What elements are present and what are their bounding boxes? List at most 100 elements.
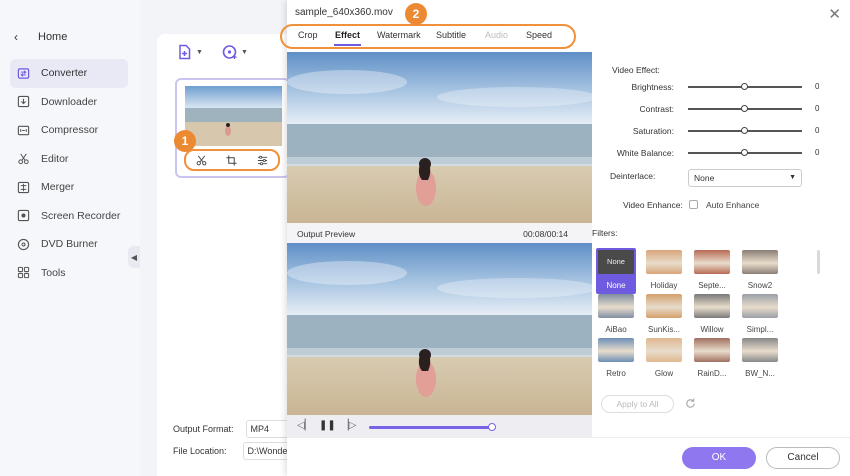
white-balance-handle[interactable] [741, 149, 748, 156]
filter-name: SunKis... [647, 325, 680, 334]
home-link[interactable]: ‹ Home [14, 28, 67, 46]
ok-button[interactable]: OK [682, 447, 756, 469]
seek-handle[interactable] [488, 423, 497, 431]
trim-button[interactable] [196, 155, 207, 166]
sidebar-nav: Converter Downloader Compressor Editor M… [10, 59, 128, 287]
reset-icon[interactable] [684, 397, 697, 415]
filter-name: Simpl... [746, 325, 774, 334]
auto-enhance-label: Auto Enhance [706, 200, 760, 210]
filter-item[interactable]: Willow [692, 292, 732, 338]
filter-thumbnail [646, 250, 682, 274]
brightness-slider[interactable] [688, 83, 802, 90]
tab-crop[interactable]: Crop [298, 30, 318, 40]
filter-name: AiBao [605, 325, 627, 334]
editor-icon [16, 152, 30, 166]
pause-icon[interactable]: ❚❚ [319, 420, 336, 431]
chevron-left-icon: ◀ [130, 252, 138, 262]
sidebar-item-converter[interactable]: Converter [10, 59, 128, 88]
white-balance-slider[interactable] [688, 149, 802, 156]
close-icon[interactable]: ✕ [828, 5, 841, 23]
filter-item[interactable]: BW_N... [740, 336, 780, 382]
player-controls: ◁▏ ❚❚ ▕▷ [287, 415, 592, 437]
filter-thumbnail [598, 338, 634, 362]
sidebar-item-label: Downloader [41, 95, 98, 108]
sidebar-item-label: Merger [41, 181, 75, 194]
file-location-row: File Location: D:\Wondersh [173, 442, 303, 460]
filter-item[interactable]: RainD... [692, 336, 732, 382]
filter-item[interactable]: Holiday [644, 248, 684, 294]
contrast-handle[interactable] [741, 105, 748, 112]
filter-thumbnail [694, 338, 730, 362]
tab-effect[interactable]: Effect [333, 30, 362, 46]
sidebar-item-label: Compressor [41, 124, 99, 137]
crop-button[interactable] [226, 154, 238, 166]
cancel-button[interactable]: Cancel [766, 447, 840, 469]
filters-grid: None None Holiday Septe... Snow2 AiBao SunKis.… [592, 248, 820, 383]
sidebar-item-editor[interactable]: Editor [10, 145, 128, 174]
sidebar-item-screen-recorder[interactable]: Screen Recorder [10, 202, 128, 231]
brightness-value: 0 [815, 82, 820, 91]
brightness-handle[interactable] [741, 83, 748, 90]
tab-watermark[interactable]: Watermark [377, 30, 421, 40]
caret-down-icon: ▼ [196, 48, 203, 56]
apply-to-all-button[interactable]: Apply to All [601, 395, 674, 413]
filter-item[interactable]: Glow [644, 336, 684, 382]
next-frame-icon[interactable]: ▕▷ [341, 420, 356, 431]
annotation-badge-2: 2 [405, 3, 427, 25]
effect-sliders-icon [258, 155, 268, 165]
saturation-label: Saturation: [632, 126, 674, 136]
filters-title: Filters: [592, 228, 618, 238]
filter-name: Retro [606, 369, 626, 378]
filter-item[interactable]: Simpl... [740, 292, 780, 338]
sidebar-item-label: Editor [41, 152, 69, 165]
deinterlace-select[interactable]: None ▼ [688, 169, 802, 187]
collapse-sidebar-button[interactable]: ◀ [128, 246, 140, 268]
annotation-badge-1: 1 [174, 130, 196, 152]
output-format-row: Output Format: MP4 [173, 420, 306, 438]
saturation-slider[interactable] [688, 127, 802, 134]
filter-name: Snow2 [747, 281, 773, 290]
filter-thumbnail [742, 338, 778, 362]
contrast-value: 0 [815, 104, 820, 113]
contrast-slider[interactable] [688, 105, 802, 112]
output-format-label: Output Format: [173, 424, 234, 434]
add-files-button[interactable]: ▼ [177, 44, 203, 60]
filter-item[interactable]: AiBao [596, 292, 636, 338]
original-preview [287, 52, 592, 223]
chevron-left-icon: ‹ [14, 30, 18, 44]
filter-item[interactable]: SunKis... [644, 292, 684, 338]
tab-subtitle[interactable]: Subtitle [436, 30, 466, 40]
preview-info-bar: Output Preview 00:08/00:14 [287, 223, 592, 243]
sidebar-item-compressor[interactable]: Compressor [10, 116, 128, 145]
effect-button[interactable] [257, 155, 268, 166]
sidebar-item-dvd-burner[interactable]: DVD Burner [10, 230, 128, 259]
caret-down-icon: ▼ [241, 48, 248, 56]
filter-item[interactable]: None None [596, 248, 636, 294]
video-effect-title: Video Effect: [612, 65, 660, 75]
filter-item[interactable]: Snow2 [740, 248, 780, 294]
sidebar-item-merger[interactable]: Merger [10, 173, 128, 202]
scissors-icon [196, 155, 207, 165]
output-preview-label: Output Preview [297, 229, 356, 239]
sidebar-item-tools[interactable]: Tools [10, 259, 128, 288]
filter-thumbnail [694, 294, 730, 318]
filter-name: Septe... [698, 281, 726, 290]
load-dvd-button[interactable]: ▼ [222, 44, 248, 60]
filter-thumbnail [598, 294, 634, 318]
sidebar-item-downloader[interactable]: Downloader [10, 88, 128, 117]
auto-enhance-checkbox[interactable] [689, 200, 698, 209]
filter-item[interactable]: Septe... [692, 248, 732, 294]
saturation-handle[interactable] [741, 127, 748, 134]
filters-scrollbar[interactable] [817, 250, 820, 274]
crop-icon [226, 154, 238, 166]
previous-frame-icon[interactable]: ◁▏ [297, 420, 312, 431]
tab-speed[interactable]: Speed [526, 30, 552, 40]
screen-recorder-icon [16, 209, 30, 223]
filter-item[interactable]: Retro [596, 336, 636, 382]
saturation-slider-row: Saturation: 0 [592, 124, 822, 138]
contrast-label: Contrast: [639, 104, 675, 114]
sidebar-item-label: Screen Recorder [41, 209, 121, 222]
deinterlace-label: Deinterlace: [610, 171, 656, 181]
seek-bar[interactable] [369, 423, 497, 431]
saturation-value: 0 [815, 126, 820, 135]
